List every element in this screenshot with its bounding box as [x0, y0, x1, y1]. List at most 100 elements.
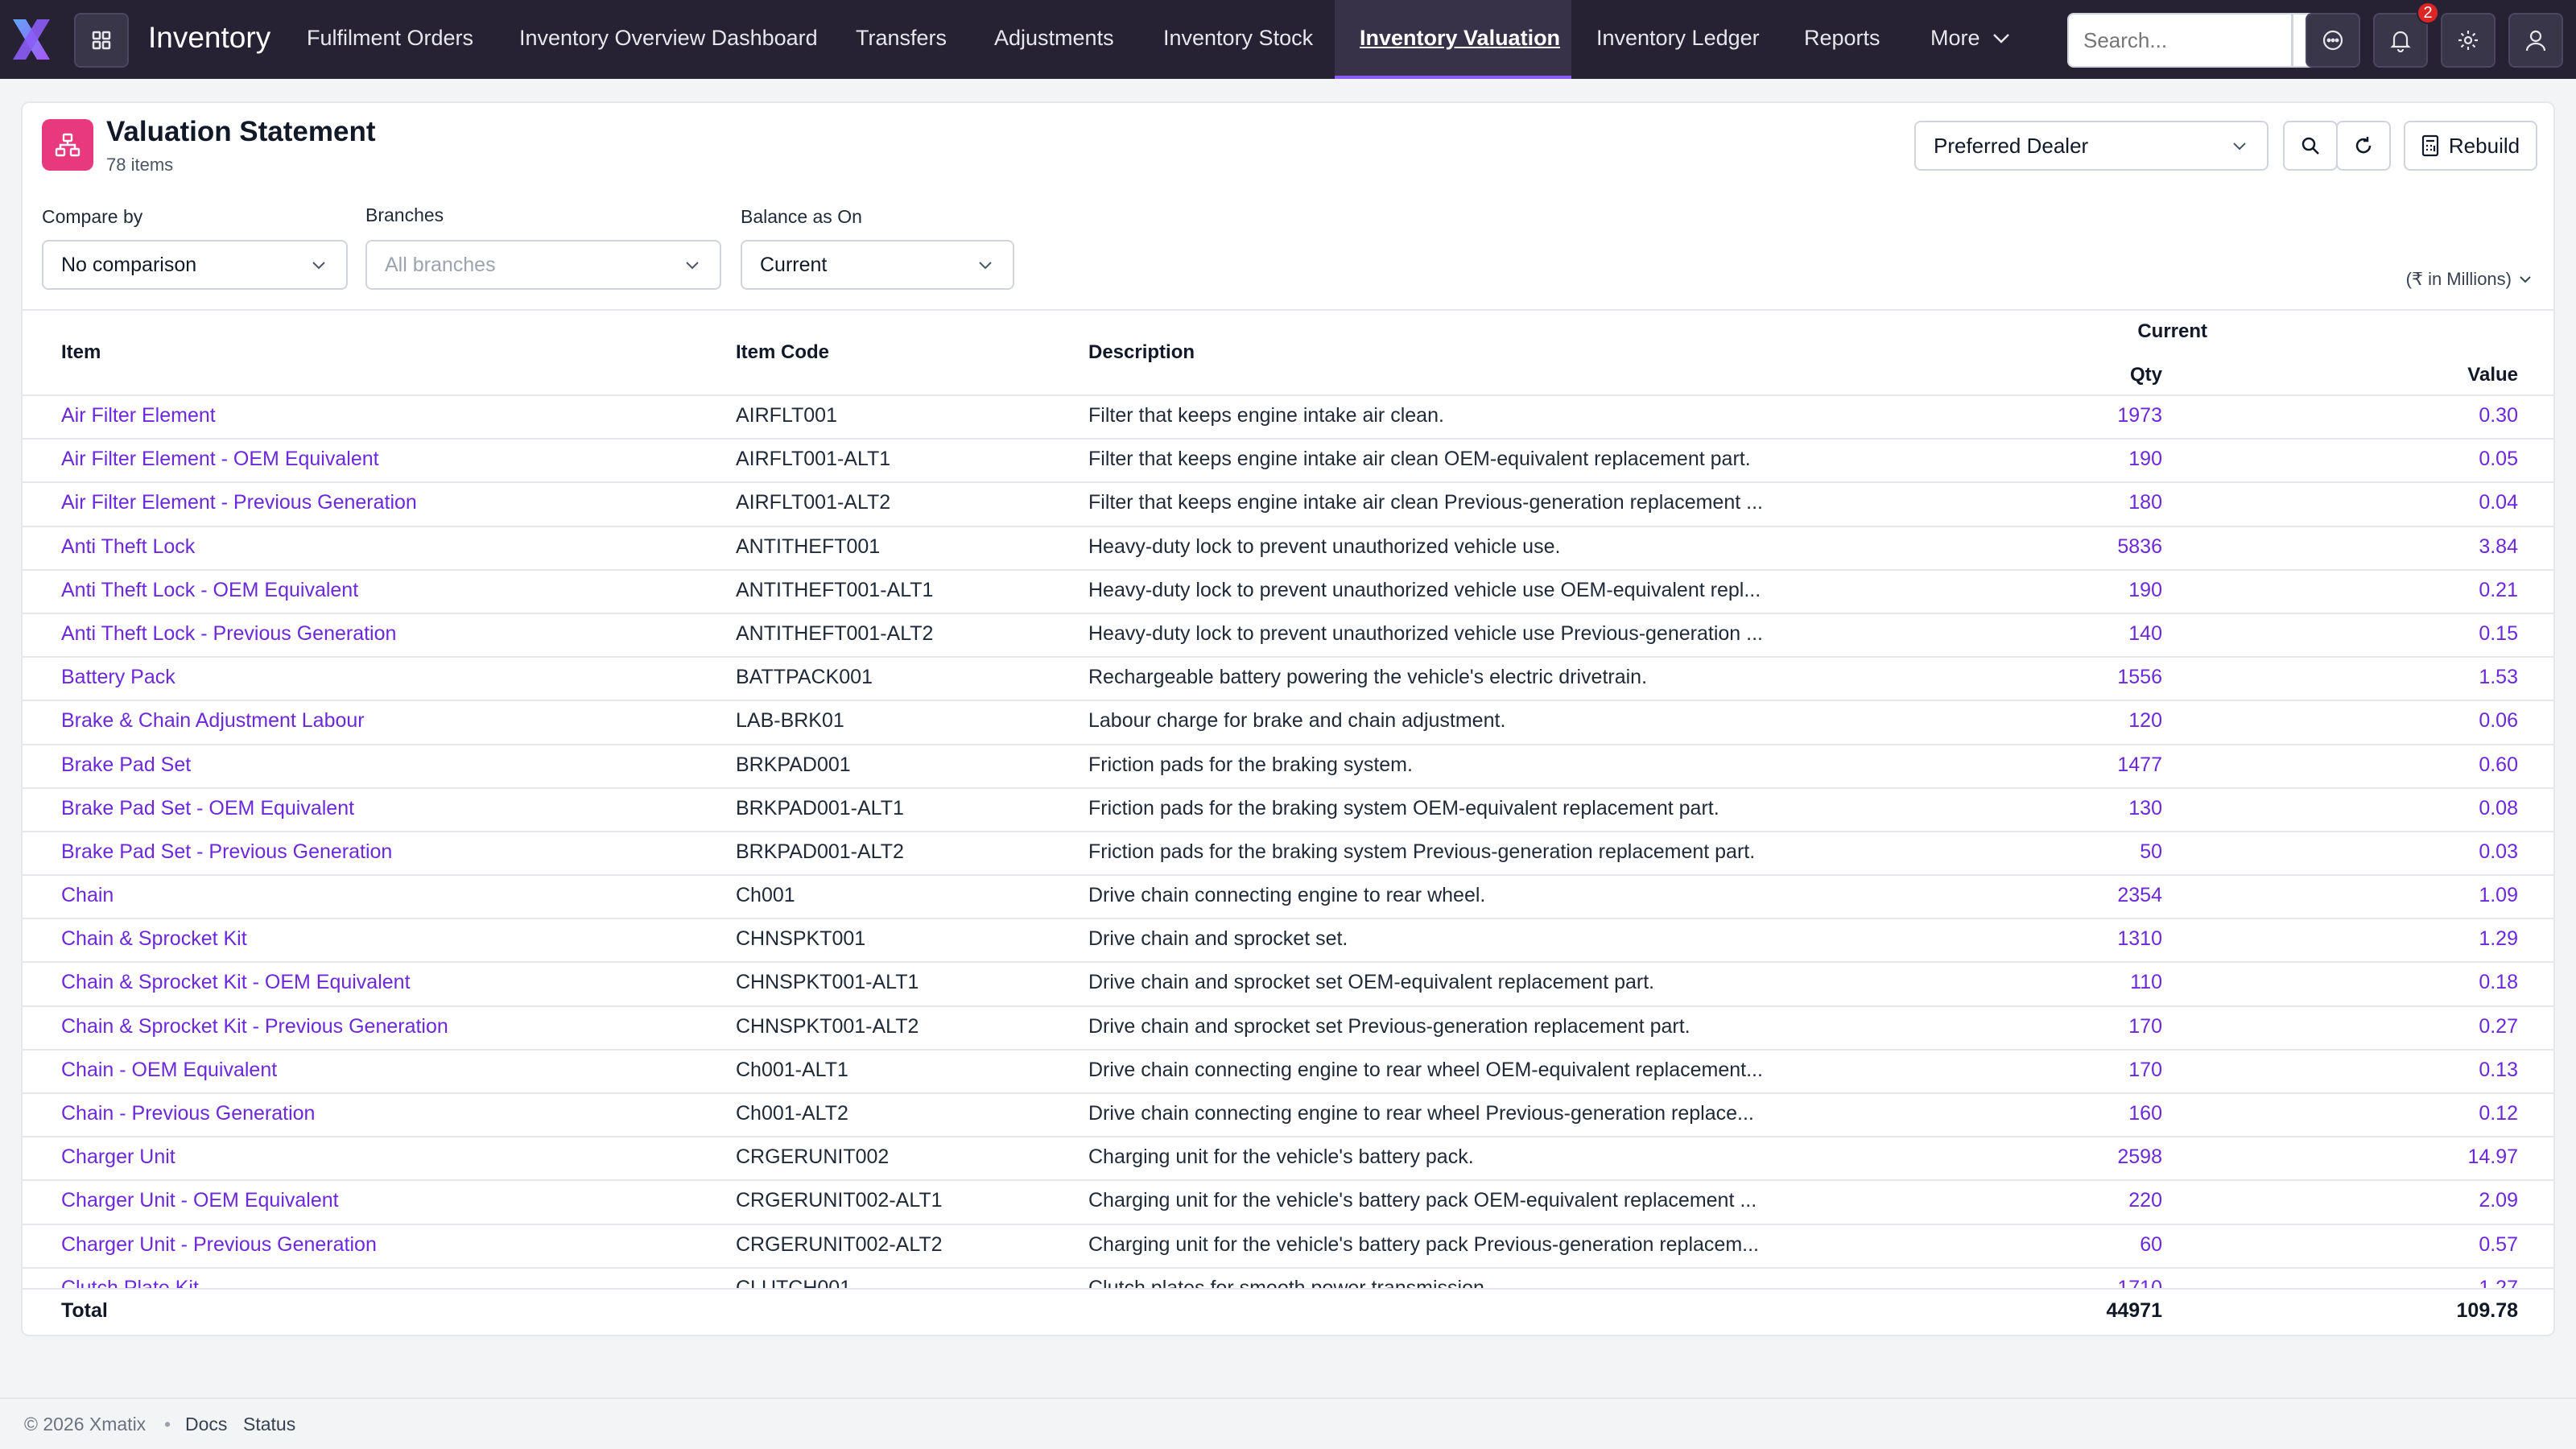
item-name-link[interactable]: Air Filter Element	[61, 404, 216, 427]
item-name-link[interactable]: Chain - OEM Equivalent	[61, 1059, 277, 1082]
table-row[interactable]: Anti Theft Lock - OEM Equivalent ANTITHEF…	[23, 571, 2553, 614]
rebuild-button[interactable]: Rebuild	[2404, 121, 2537, 171]
item-value-link[interactable]: 0.30	[2479, 404, 2518, 427]
item-name-link[interactable]: Battery Pack	[61, 666, 175, 689]
item-name-link[interactable]: Brake Pad Set - Previous Generation	[61, 840, 392, 864]
item-value-link[interactable]: 0.18	[2479, 971, 2518, 994]
item-qty-link[interactable]: 1710	[2117, 1277, 2162, 1288]
xmatix-logo-icon[interactable]	[8, 16, 55, 63]
table-row[interactable]: Anti Theft Lock ANTITHEFT001 Heavy-duty lo…	[23, 527, 2553, 571]
item-name-link[interactable]: Charger Unit	[61, 1146, 175, 1169]
nav-reports[interactable]: Reports	[1804, 26, 1880, 51]
item-qty-link[interactable]: 110	[2130, 971, 2162, 994]
item-value-link[interactable]: 1.09	[2479, 884, 2518, 907]
nav-fulfilment-orders[interactable]: Fulfilment Orders	[307, 26, 473, 51]
table-row[interactable]: Brake Pad Set BRKPAD001 Friction pads for …	[23, 745, 2553, 789]
table-row[interactable]: Chain & Sprocket Kit - Previous Generati…	[23, 1007, 2553, 1051]
compare-by-select[interactable]: No comparison	[42, 240, 348, 290]
item-name-link[interactable]: Chain & Sprocket Kit - OEM Equivalent	[61, 971, 411, 994]
table-row[interactable]: Clutch Plate Kit CLUTCH001 Clutch plates f…	[23, 1269, 2553, 1288]
item-value-link[interactable]: 0.05	[2479, 448, 2518, 471]
item-name-link[interactable]: Charger Unit - Previous Generation	[61, 1233, 377, 1257]
item-qty-link[interactable]: 180	[2128, 491, 2162, 514]
item-name-link[interactable]: Chain & Sprocket Kit	[61, 927, 247, 951]
item-name-link[interactable]: Air Filter Element - OEM Equivalent	[61, 448, 379, 471]
nav-inventory-ledger[interactable]: Inventory Ledger	[1596, 26, 1760, 51]
column-header-description[interactable]: Description	[1088, 341, 1195, 364]
table-row[interactable]: Chain Ch001 Drive chain connecting engine …	[23, 876, 2553, 920]
table-row[interactable]: Chain - Previous Generation Ch001-ALT2 Dri…	[23, 1094, 2553, 1138]
item-name-link[interactable]: Anti Theft Lock	[61, 535, 195, 559]
item-value-link[interactable]: 0.08	[2479, 797, 2518, 820]
table-row[interactable]: Air Filter Element - Previous Generation…	[23, 483, 2553, 527]
column-header-qty[interactable]: Qty	[2130, 364, 2162, 386]
table-row[interactable]: Chain & Sprocket Kit CHNSPKT001 Drive chai…	[23, 919, 2553, 964]
table-row[interactable]: Air Filter Element AIRFLT001 Filter that k…	[23, 396, 2553, 440]
item-qty-link[interactable]: 1973	[2117, 404, 2162, 427]
chat-button[interactable]	[2306, 13, 2360, 68]
table-row[interactable]: Chain - OEM Equivalent Ch001-ALT1 Drive ch…	[23, 1051, 2553, 1094]
item-name-link[interactable]: Chain	[61, 884, 114, 907]
item-qty-link[interactable]: 170	[2128, 1015, 2162, 1038]
item-name-link[interactable]: Brake & Chain Adjustment Labour	[61, 709, 365, 733]
dealer-select[interactable]: Preferred Dealer	[1914, 121, 2268, 171]
item-name-link[interactable]: Anti Theft Lock - OEM Equivalent	[61, 579, 358, 602]
table-row[interactable]: Charger Unit - OEM Equivalent CRGERUNIT00…	[23, 1181, 2553, 1225]
item-qty-link[interactable]: 60	[2140, 1233, 2162, 1257]
item-name-link[interactable]: Charger Unit - OEM Equivalent	[61, 1189, 339, 1212]
units-selector[interactable]: (₹ in Millions)	[2406, 269, 2533, 290]
item-value-link[interactable]: 0.04	[2479, 491, 2518, 514]
refresh-button[interactable]	[2336, 121, 2391, 171]
search-statement-button[interactable]	[2283, 121, 2338, 171]
item-qty-link[interactable]: 1310	[2117, 927, 2162, 951]
item-value-link[interactable]: 2.09	[2479, 1189, 2518, 1212]
app-launcher-button[interactable]	[74, 13, 129, 68]
item-qty-link[interactable]: 160	[2128, 1102, 2162, 1125]
nav-adjustments[interactable]: Adjustments	[994, 26, 1114, 51]
item-qty-link[interactable]: 2354	[2117, 884, 2162, 907]
search-input[interactable]	[2069, 14, 2291, 66]
item-qty-link[interactable]: 190	[2128, 579, 2162, 602]
item-name-link[interactable]: Brake Pad Set	[61, 753, 191, 777]
table-row[interactable]: Brake Pad Set - Previous Generation BRKPA…	[23, 832, 2553, 877]
item-name-link[interactable]: Chain - Previous Generation	[61, 1102, 315, 1125]
settings-button[interactable]	[2441, 13, 2496, 68]
item-name-link[interactable]: Clutch Plate Kit	[61, 1277, 199, 1288]
item-value-link[interactable]: 0.57	[2479, 1233, 2518, 1257]
item-value-link[interactable]: 0.03	[2479, 840, 2518, 864]
item-value-link[interactable]: 0.06	[2479, 709, 2518, 733]
item-qty-link[interactable]: 50	[2140, 840, 2162, 864]
item-value-link[interactable]: 0.15	[2479, 622, 2518, 646]
item-qty-link[interactable]: 220	[2128, 1189, 2162, 1212]
item-value-link[interactable]: 14.97	[2467, 1146, 2518, 1169]
item-value-link[interactable]: 0.27	[2479, 1015, 2518, 1038]
item-qty-link[interactable]: 170	[2128, 1059, 2162, 1082]
nav-more-menu[interactable]: More	[1930, 26, 2011, 51]
table-row[interactable]: Chain & Sprocket Kit - OEM Equivalent CHN…	[23, 963, 2553, 1007]
balance-as-on-select[interactable]: Current	[741, 240, 1014, 290]
table-row[interactable]: Brake Pad Set - OEM Equivalent BRKPAD001-…	[23, 789, 2553, 832]
item-value-link[interactable]: 0.12	[2479, 1102, 2518, 1125]
nav-inventory-valuation[interactable]: Inventory Valuation	[1360, 26, 1560, 51]
table-row[interactable]: Charger Unit CRGERUNIT002 Charging unit fo…	[23, 1137, 2553, 1182]
branches-select[interactable]: All branches	[365, 240, 721, 290]
item-qty-link[interactable]: 1556	[2117, 666, 2162, 689]
item-value-link[interactable]: 3.84	[2479, 535, 2518, 559]
nav-transfers[interactable]: Transfers	[856, 26, 947, 51]
item-qty-link[interactable]: 1477	[2117, 753, 2162, 777]
column-header-item-code[interactable]: Item Code	[736, 341, 829, 364]
item-name-link[interactable]: Brake Pad Set - OEM Equivalent	[61, 797, 354, 820]
column-header-value[interactable]: Value	[2467, 364, 2518, 386]
table-row[interactable]: Anti Theft Lock - Previous Generation ANT…	[23, 614, 2553, 658]
footer-link-status[interactable]: Status	[243, 1414, 295, 1435]
item-name-link[interactable]: Chain & Sprocket Kit - Previous Generati…	[61, 1015, 448, 1038]
footer-link-docs[interactable]: Docs	[185, 1414, 227, 1435]
item-value-link[interactable]: 1.29	[2479, 927, 2518, 951]
item-qty-link[interactable]: 120	[2128, 709, 2162, 733]
nav-inventory-stock[interactable]: Inventory Stock	[1163, 26, 1313, 51]
column-header-item[interactable]: Item	[61, 341, 101, 364]
item-value-link[interactable]: 0.21	[2479, 579, 2518, 602]
table-row[interactable]: Brake & Chain Adjustment Labour LAB-BRK01…	[23, 701, 2553, 745]
item-name-link[interactable]: Anti Theft Lock - Previous Generation	[61, 622, 396, 646]
table-row[interactable]: Battery Pack BATTPACK001 Rechargeable batt…	[23, 658, 2553, 702]
